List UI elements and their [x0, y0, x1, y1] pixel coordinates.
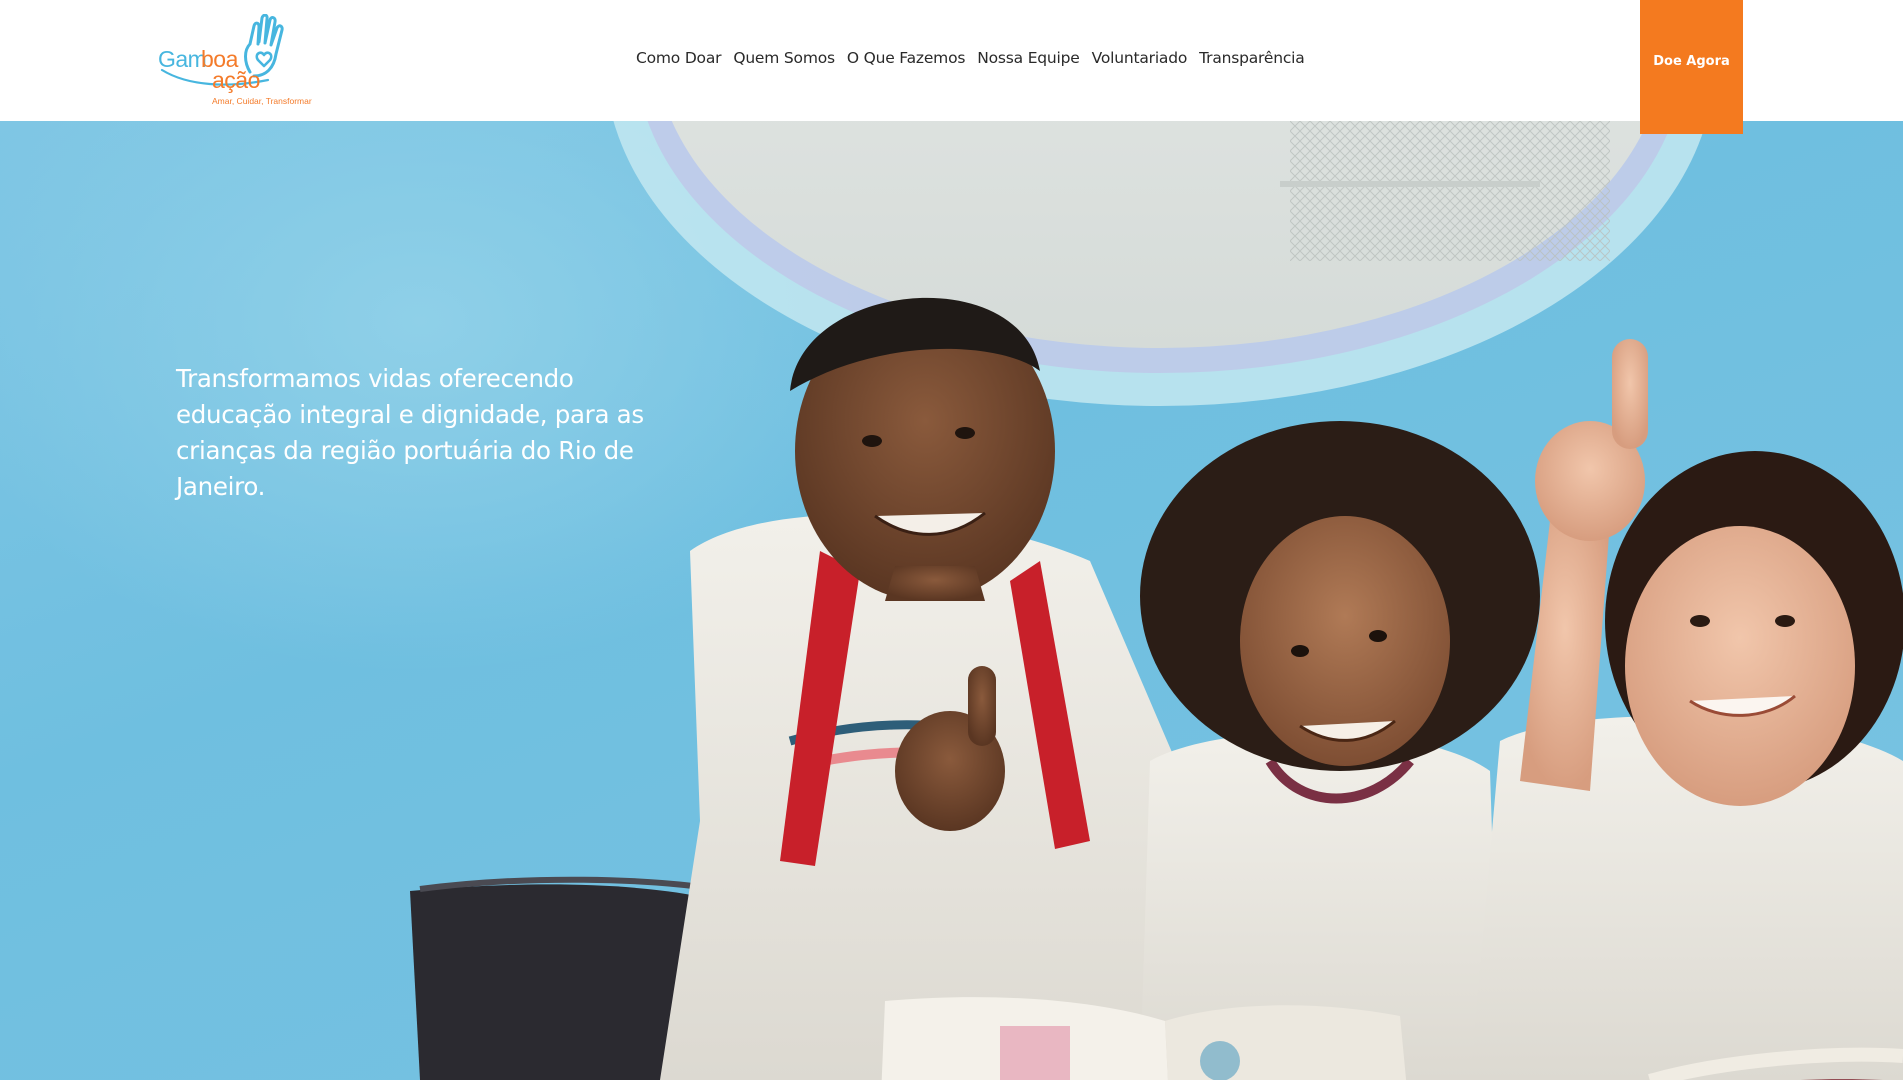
main-nav: Como Doar Quem Somos O Que Fazemos Nossa… — [636, 49, 1305, 67]
nav-item-como-doar[interactable]: Como Doar — [636, 49, 722, 67]
nav-item-o-que-fazemos[interactable]: O Que Fazemos — [847, 49, 966, 67]
site-header: Gam boa ação Amar, Cuidar, Transformar C… — [0, 0, 1903, 134]
nav-item-quem-somos[interactable]: Quem Somos — [733, 49, 835, 67]
donate-now-button[interactable]: Doe Agora — [1640, 0, 1743, 134]
nav-item-nossa-equipe[interactable]: Nossa Equipe — [977, 49, 1080, 67]
logo-word-acao: ação — [212, 67, 260, 93]
logo-tagline: Amar, Cuidar, Transformar — [212, 96, 312, 106]
nav-item-voluntariado[interactable]: Voluntariado — [1092, 49, 1188, 67]
hero-section: Transformamos vidas oferecendo educação … — [0, 121, 1903, 1080]
hero-headline: Transformamos vidas oferecendo educação … — [176, 364, 644, 501]
nav-item-transparencia[interactable]: Transparência — [1199, 49, 1305, 67]
logo-word-gam: Gam — [158, 46, 207, 72]
children-reading-photo — [410, 121, 1903, 1080]
logo[interactable]: Gam boa ação Amar, Cuidar, Transformar — [158, 14, 316, 108]
